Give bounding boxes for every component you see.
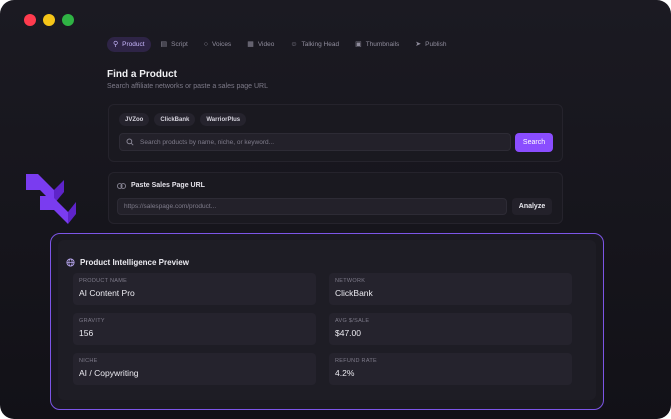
field-avg-sale: AVG $/SALE $47.00 [329,313,572,345]
product-search-input[interactable]: Search products by name, niche, or keywo… [119,133,511,151]
link-icon [117,182,126,189]
search-icon: ⚲ [113,41,119,48]
field-network: NETWORK ClickBank [329,273,572,305]
minimize-window-button[interactable] [43,14,55,26]
tab-label: Voices [212,41,232,48]
field-value: 156 [79,328,94,338]
window-controls [24,14,74,26]
tab-script[interactable]: ▤ Script [155,37,194,52]
sales-page-card: Paste Sales Page URL https://salespage.c… [108,172,563,224]
preview-title: Product Intelligence Preview [80,258,189,267]
field-value: $47.00 [335,328,361,338]
globe-icon [66,258,75,267]
tab-label: Video [257,41,275,48]
image-icon: ▣ [355,41,362,48]
field-label: AVG $/SALE [335,318,370,324]
field-label: NETWORK [335,278,366,284]
field-value: 4.2% [335,368,355,378]
workflow-tabs: ⚲ Product ▤ Script ○ Voices ▦ Video ☺ Ta… [107,37,453,52]
chevron-down-logo-icon [26,174,76,224]
field-label: GRAVITY [79,318,105,324]
microphone-icon: ○ [203,41,209,48]
film-icon: ▦ [247,41,254,48]
tab-thumbnails[interactable]: ▣ Thumbnails [349,37,405,52]
sales-page-url-input[interactable]: https://salespage.com/product... [117,198,507,215]
tab-video[interactable]: ▦ Video [241,37,280,52]
tab-label: Thumbnails [365,41,400,48]
page-title: Find a Product [107,69,177,80]
network-chips: JVZoo ClickBank WarriorPlus [119,113,247,126]
field-niche: NICHE AI / Copywriting [73,353,316,385]
field-value: AI Content Pro [79,288,135,298]
search-placeholder: Search products by name, niche, or keywo… [140,138,275,146]
field-value: AI / Copywriting [79,368,139,378]
sales-page-heading: Paste Sales Page URL [117,182,205,189]
close-window-button[interactable] [24,14,36,26]
tab-label: Script [171,41,188,48]
page-subtitle: Search affiliate networks or paste a sal… [107,83,268,90]
field-gravity: GRAVITY 156 [73,313,316,345]
tab-talking-head[interactable]: ☺ Talking Head [284,37,345,52]
field-label: PRODUCT NAME [79,278,128,284]
network-chip-warriorplus[interactable]: WarriorPlus [200,113,247,126]
document-icon: ▤ [160,41,168,48]
tab-label: Talking Head [301,41,340,48]
product-search-card: JVZoo ClickBank WarriorPlus Search produ… [108,104,563,162]
field-refund-rate: REFUND RATE 4.2% [329,353,572,385]
field-value: ClickBank [335,288,373,298]
url-placeholder: https://salespage.com/product... [124,203,217,210]
sales-page-title: Paste Sales Page URL [131,182,205,189]
app-window: ⚲ Product ▤ Script ○ Voices ▦ Video ☺ Ta… [0,0,671,419]
field-product-name: PRODUCT NAME AI Content Pro [73,273,316,305]
tab-publish[interactable]: ➤ Publish [409,37,452,52]
face-icon: ☺ [290,41,298,48]
tab-label: Publish [425,41,447,48]
field-label: REFUND RATE [335,358,378,364]
send-icon: ➤ [415,41,422,48]
preview-heading: Product Intelligence Preview [66,258,189,267]
maximize-window-button[interactable] [62,14,74,26]
tab-voices[interactable]: ○ Voices [198,37,237,52]
analyze-button[interactable]: Analyze [512,198,552,215]
search-icon [126,138,134,146]
tab-label: Product [122,41,145,48]
network-chip-jvzoo[interactable]: JVZoo [119,113,150,126]
field-label: NICHE [79,358,98,364]
network-chip-clickbank[interactable]: ClickBank [154,113,196,126]
product-intelligence-panel: Product Intelligence Preview PRODUCT NAM… [50,233,604,410]
search-button[interactable]: Search [515,133,553,152]
tab-product[interactable]: ⚲ Product [107,37,151,52]
